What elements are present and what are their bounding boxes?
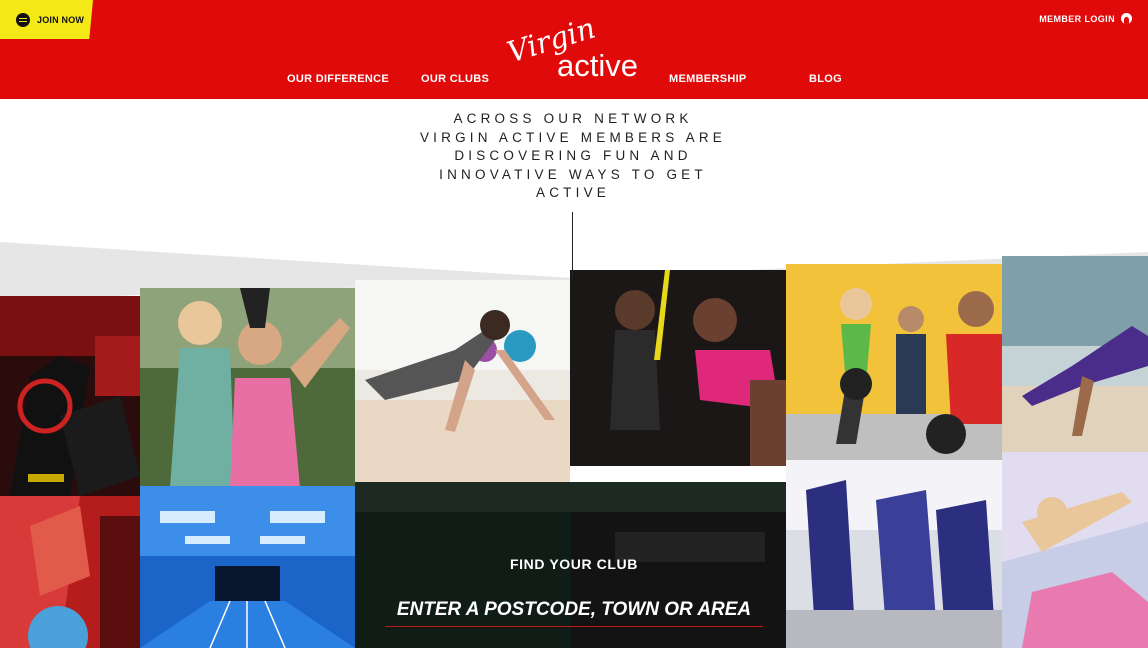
tagline-line: DISCOVERING FUN AND bbox=[454, 148, 692, 163]
treadmills-photo bbox=[786, 460, 1002, 648]
svg-text:active: active bbox=[557, 48, 638, 83]
tagline: ACROSS OUR NETWORK VIRGIN ACTIVE MEMBERS… bbox=[400, 110, 746, 203]
tagline-line: INNOVATIVE WAYS TO GET bbox=[439, 166, 707, 182]
spin-bikes-photo bbox=[0, 296, 140, 496]
find-your-club-heading: FIND YOUR CLUB bbox=[510, 556, 638, 572]
club-search-input[interactable] bbox=[385, 593, 763, 627]
tagline-line: ACTIVE bbox=[536, 185, 610, 200]
join-now-button[interactable]: JOIN NOW bbox=[0, 0, 93, 39]
stretching-man-photo bbox=[1002, 256, 1148, 452]
join-now-label: JOIN NOW bbox=[37, 14, 85, 25]
chat-icon bbox=[16, 12, 30, 27]
virgin-active-logo[interactable]: Virgin active bbox=[505, 14, 645, 86]
nav-blog[interactable]: BLOG bbox=[809, 73, 842, 85]
user-icon bbox=[1121, 13, 1132, 24]
site-header: JOIN NOW Virgin active MEMBER LOGIN OUR … bbox=[0, 0, 1148, 99]
member-login-label: MEMBER LOGIN bbox=[1039, 13, 1115, 24]
tagline-line: ACROSS OUR NETWORK bbox=[453, 111, 693, 126]
tagline-line: VIRGIN ACTIVE MEMBERS ARE bbox=[419, 129, 727, 145]
women-dancing-photo bbox=[140, 288, 355, 488]
medicine-ball-class-photo bbox=[786, 264, 1002, 460]
trx-training-photo bbox=[570, 270, 786, 466]
member-login-link[interactable]: MEMBER LOGIN bbox=[1039, 13, 1132, 24]
nav-membership[interactable]: MEMBERSHIP bbox=[669, 73, 747, 85]
nav-our-clubs[interactable]: OUR CLUBS bbox=[421, 73, 489, 85]
swimming-pool-photo bbox=[140, 486, 355, 648]
vertical-divider bbox=[572, 212, 573, 280]
nav-our-difference[interactable]: OUR DIFFERENCE bbox=[287, 73, 389, 85]
yoga-stretch-photo bbox=[1002, 452, 1148, 648]
red-studio-photo bbox=[0, 496, 140, 648]
plank-exercise-photo bbox=[355, 280, 570, 482]
